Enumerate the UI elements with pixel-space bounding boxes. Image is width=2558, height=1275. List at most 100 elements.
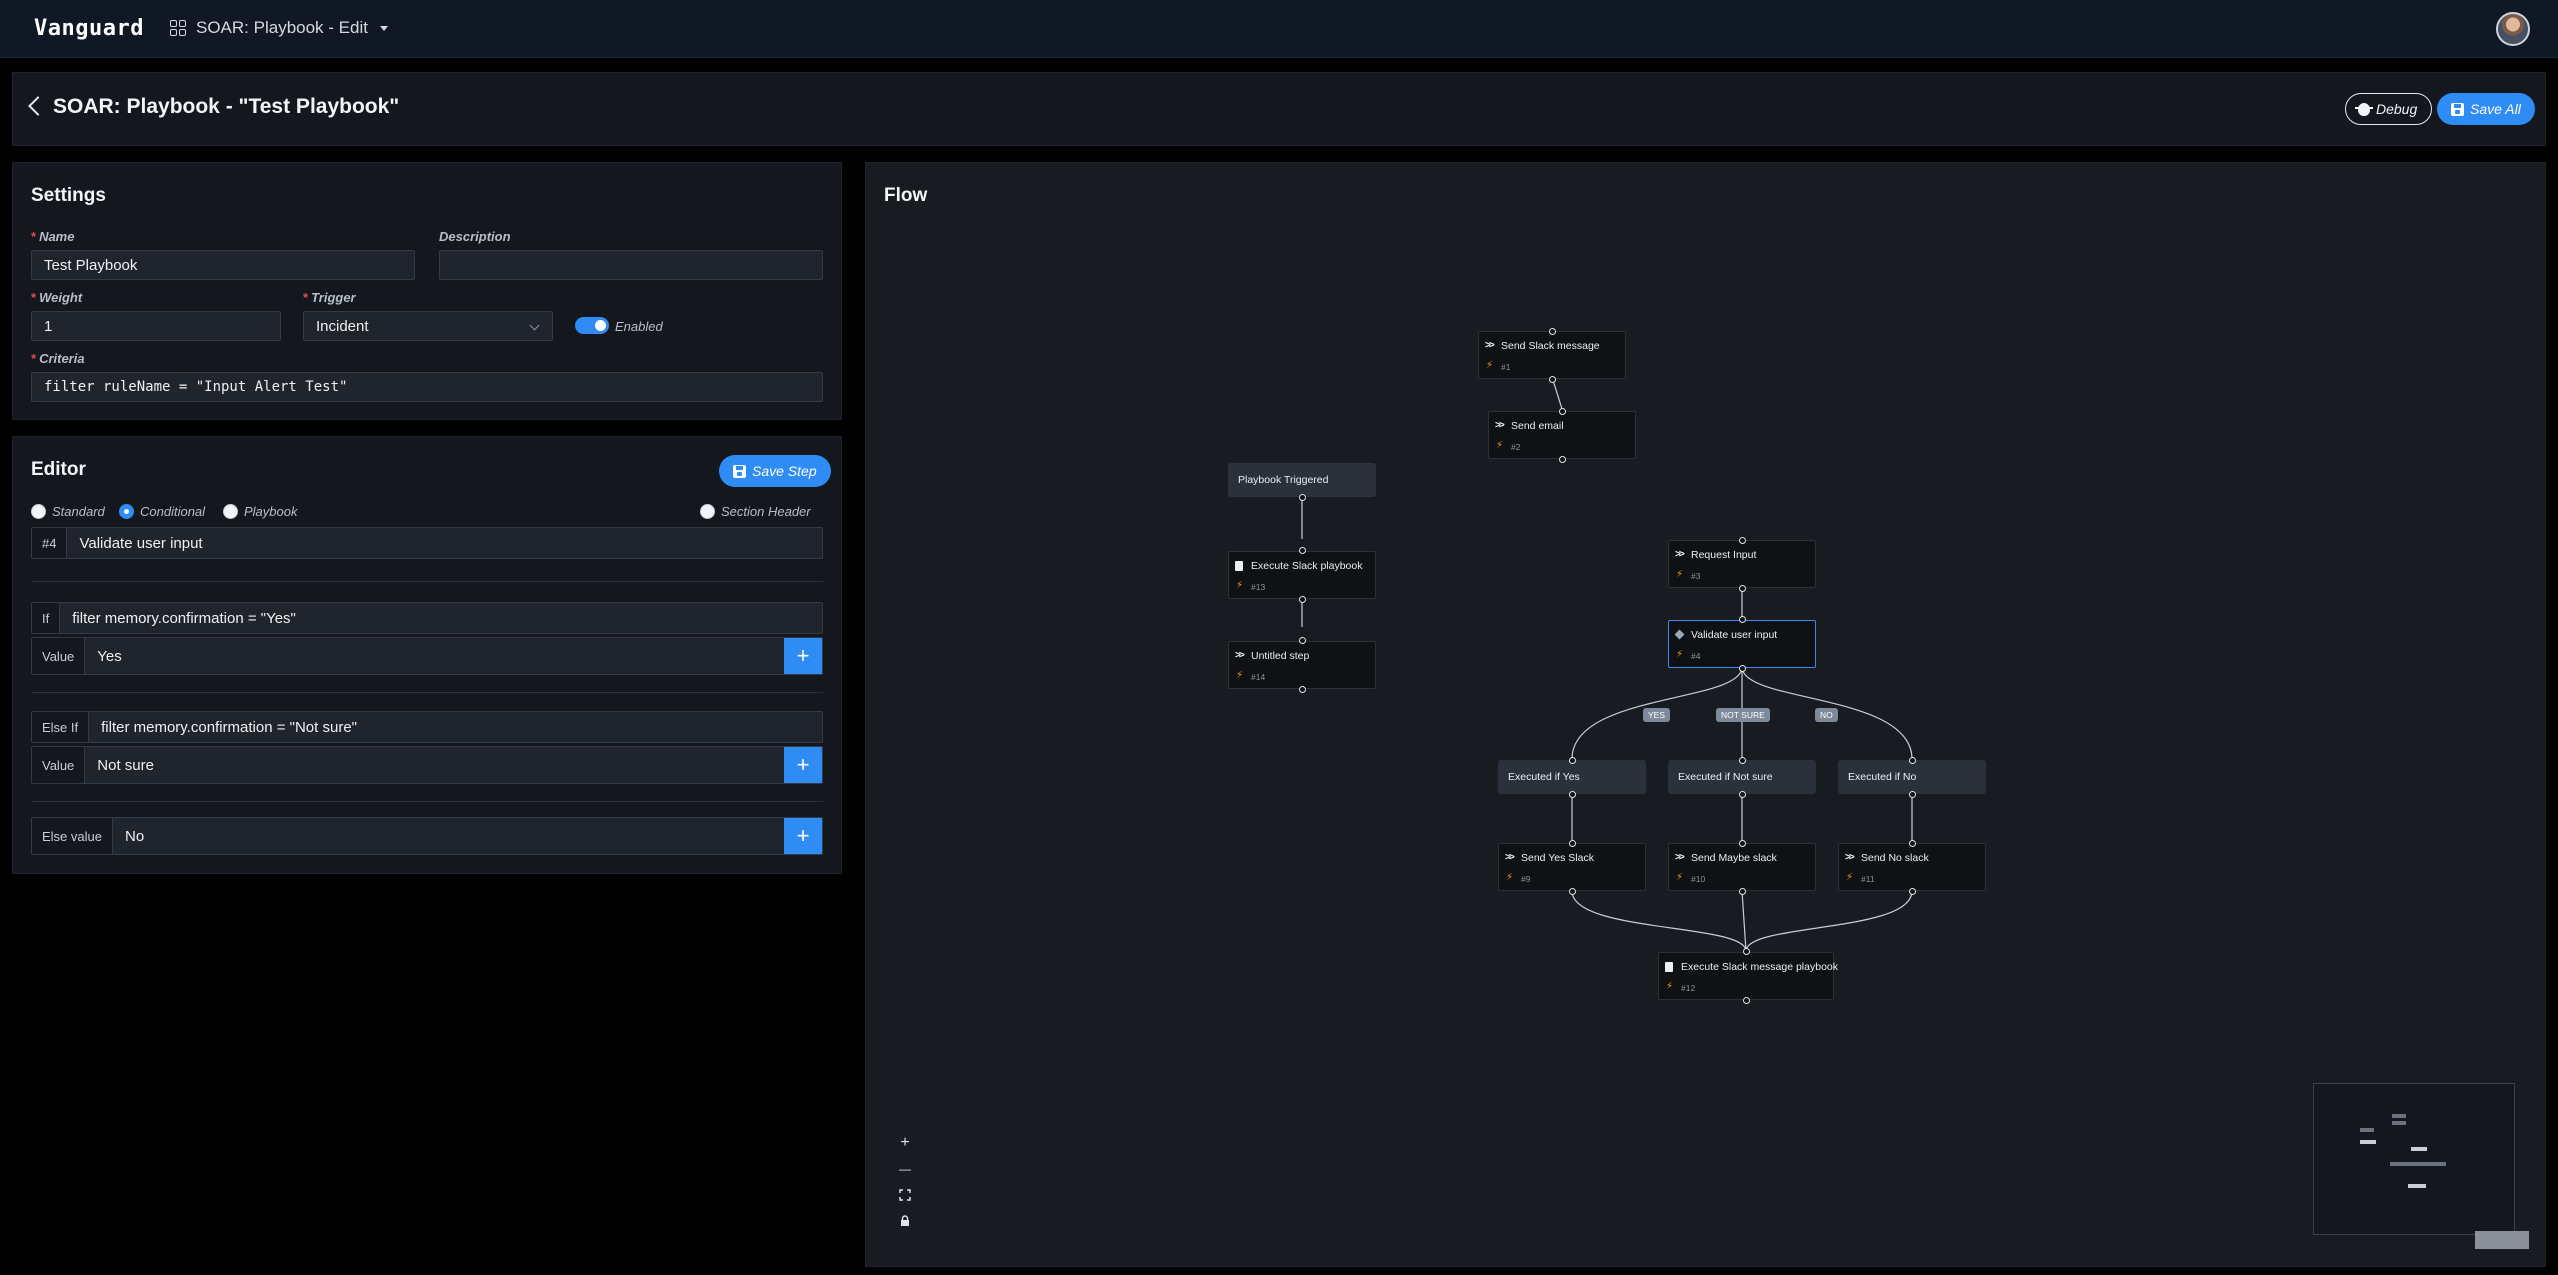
minimap-node (2392, 1114, 2406, 1118)
double-chevron-icon: >> (1845, 852, 1855, 863)
node-handle[interactable] (1739, 791, 1746, 798)
node-handle[interactable] (1569, 840, 1576, 847)
bolt-icon: ⚡ (1846, 872, 1854, 883)
description-input[interactable] (439, 250, 823, 280)
node-handle[interactable] (1559, 408, 1566, 415)
weight-input[interactable]: 1 (31, 311, 281, 341)
node-handle[interactable] (1299, 494, 1306, 501)
node-handle[interactable] (1743, 948, 1750, 955)
add-icon[interactable]: + (784, 638, 822, 674)
enabled-toggle[interactable] (575, 317, 609, 334)
if-addon: If (32, 603, 61, 633)
node-handle[interactable] (1569, 757, 1576, 764)
node-handle[interactable] (1299, 596, 1306, 603)
step-name-input[interactable]: Validate user input (67, 528, 822, 558)
edge (1741, 890, 1747, 952)
radio-playbook[interactable]: Playbook (223, 504, 297, 519)
node-handle[interactable] (1739, 665, 1746, 672)
flow-node-validate-user-input[interactable]: Validate user input ⚡ #4 (1668, 620, 1816, 668)
node-handle[interactable] (1909, 757, 1916, 764)
lock-icon[interactable] (893, 1209, 917, 1233)
minimap-attribution[interactable] (2475, 1231, 2529, 1249)
document-icon (1235, 561, 1243, 571)
add-icon[interactable]: + (784, 747, 822, 783)
save-step-label: Save Step (752, 463, 817, 479)
flow-group-executed-if-yes[interactable]: Executed if Yes (1498, 760, 1646, 794)
node-handle[interactable] (1739, 585, 1746, 592)
diamond-icon (1674, 629, 1685, 640)
zoom-out-icon[interactable]: — (893, 1157, 917, 1181)
edge-label-no[interactable]: NO (1815, 708, 1838, 722)
minimap-node (2390, 1162, 2446, 1166)
node-handle[interactable] (1909, 840, 1916, 847)
save-step-button[interactable]: Save Step (719, 455, 831, 487)
criteria-input[interactable]: filter ruleName = "Input Alert Test" (31, 372, 823, 402)
node-handle[interactable] (1569, 888, 1576, 895)
if-filter-input[interactable]: filter memory.confirmation = "Yes" (60, 603, 822, 633)
node-handle[interactable] (1299, 686, 1306, 693)
elseif-addon: Else If (32, 712, 90, 742)
node-handle[interactable] (1549, 376, 1556, 383)
back-icon[interactable] (28, 96, 48, 116)
debug-button[interactable]: Debug (2345, 93, 2433, 125)
zoom-in-icon[interactable]: + (893, 1131, 917, 1155)
name-input[interactable]: Test Playbook (31, 250, 415, 280)
node-handle[interactable] (1739, 888, 1746, 895)
node-handle[interactable] (1739, 616, 1746, 623)
save-all-button[interactable]: Save All (2437, 93, 2535, 125)
edge-label-yes[interactable]: YES (1643, 708, 1671, 722)
radio-section-header[interactable]: Section Header (700, 504, 811, 519)
flow-edges (1301, 376, 1913, 952)
edge (1745, 890, 1913, 952)
flow-group-executed-if-not-sure[interactable]: Executed if Not sure (1668, 760, 1816, 794)
flow-node-request-input[interactable]: >> Request Input ⚡ #3 (1668, 540, 1816, 588)
flow-node-send-yes-slack[interactable]: >> Send Yes Slack ⚡ #9 (1498, 843, 1646, 891)
node-handle[interactable] (1909, 888, 1916, 895)
settings-title: Settings (31, 185, 106, 206)
radio-conditional[interactable]: Conditional (119, 504, 205, 519)
node-handle[interactable] (1299, 547, 1306, 554)
save-icon (2451, 102, 2464, 116)
node-handle[interactable] (1299, 637, 1306, 644)
node-handle[interactable] (1559, 456, 1566, 463)
bolt-icon: ⚡ (1666, 981, 1674, 992)
if-filter-group: If filter memory.confirmation = "Yes" (31, 602, 823, 634)
flow-node-playbook-triggered[interactable]: Playbook Triggered (1228, 463, 1376, 497)
edge-label-not-sure[interactable]: NOT SURE (1716, 708, 1770, 722)
node-handle[interactable] (1549, 328, 1556, 335)
user-avatar[interactable] (2496, 12, 2530, 46)
description-label: Description (439, 229, 511, 244)
save-icon (733, 464, 746, 478)
bolt-icon: ⚡ (1676, 872, 1684, 883)
flow-node-send-slack-message[interactable]: >> Send Slack message ⚡ #1 (1478, 331, 1626, 379)
node-handle[interactable] (1739, 840, 1746, 847)
add-icon[interactable]: + (784, 818, 822, 854)
flow-node-send-no-slack[interactable]: >> Send No slack ⚡ #11 (1838, 843, 1986, 891)
double-chevron-icon: >> (1675, 549, 1685, 560)
node-handle[interactable] (1739, 757, 1746, 764)
flow-node-execute-slack-message-playbook[interactable]: Execute Slack message playbook ⚡ #12 (1658, 952, 1838, 1000)
radio-standard[interactable]: Standard (31, 504, 105, 519)
module-nav-dropdown[interactable]: SOAR: Playbook - Edit (170, 18, 388, 38)
node-handle[interactable] (1909, 791, 1916, 798)
elseif-filter-input[interactable]: filter memory.confirmation = "Not sure" (89, 712, 822, 742)
radio-dot-selected (119, 504, 134, 519)
if-value-input[interactable]: Yes (85, 638, 784, 674)
flow-node-send-email[interactable]: >> Send email ⚡ #2 (1488, 411, 1636, 459)
flow-node-untitled-step[interactable]: >> Untitled step ⚡ #14 (1228, 641, 1376, 689)
flow-group-executed-if-no[interactable]: Executed if No (1838, 760, 1986, 794)
flow-node-send-maybe-slack[interactable]: >> Send Maybe slack ⚡ #10 (1668, 843, 1816, 891)
elseif-value-input[interactable]: Not sure (85, 747, 784, 783)
double-chevron-icon: >> (1675, 852, 1685, 863)
node-handle[interactable] (1739, 537, 1746, 544)
node-handle[interactable] (1569, 791, 1576, 798)
trigger-select[interactable]: Incident (303, 311, 553, 341)
else-value-addon: Else value (32, 818, 113, 854)
flow-minimap[interactable] (2313, 1083, 2515, 1235)
flow-node-execute-slack-playbook[interactable]: Execute Slack playbook ⚡ #13 (1228, 551, 1376, 599)
brand-logo[interactable]: Vanguard (34, 16, 144, 41)
node-handle[interactable] (1743, 997, 1750, 1004)
else-value-input[interactable]: No (113, 818, 784, 854)
divider (31, 801, 823, 802)
fit-view-icon[interactable] (893, 1183, 917, 1207)
